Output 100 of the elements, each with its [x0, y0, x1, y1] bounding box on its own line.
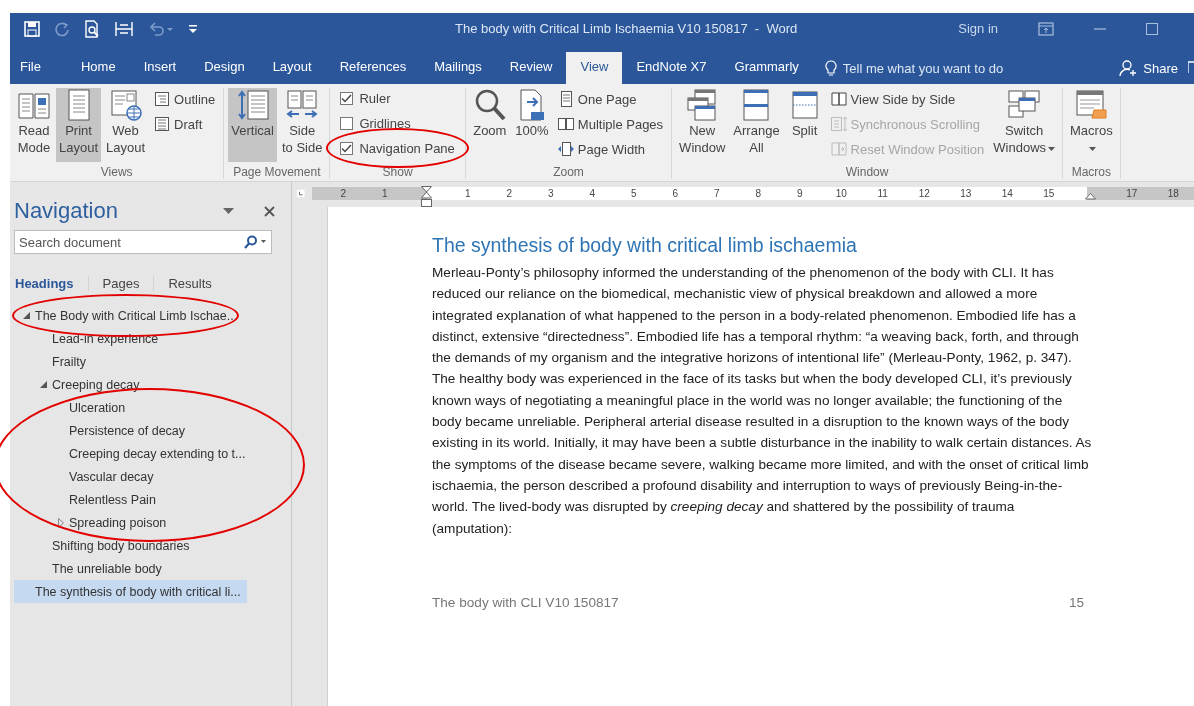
ruler-number: 15: [1043, 187, 1055, 199]
share-button[interactable]: Share: [1109, 52, 1188, 84]
expanded-arrow-icon[interactable]: [40, 381, 47, 388]
collapsed-arrow-icon[interactable]: [57, 517, 64, 528]
checkmark-icon: [341, 93, 353, 103]
two-pages-icon: [557, 116, 574, 132]
person-add-icon: [1119, 59, 1138, 77]
heading-item[interactable]: Vascular decay: [14, 465, 160, 488]
heading-item[interactable]: Creeping decay extending to t...: [14, 442, 252, 465]
heading-item[interactable]: Frailty: [14, 350, 93, 373]
print-preview-icon[interactable]: [84, 19, 100, 38]
ribbon-button[interactable]: Macros: [1067, 88, 1116, 162]
sign-in-link[interactable]: Sign in: [958, 21, 998, 36]
ribbon-tab[interactable]: EndNote X7: [622, 52, 721, 84]
indent-marker-icon[interactable]: [1084, 192, 1096, 200]
ribbon-button[interactable]: New Window: [676, 88, 729, 162]
ribbon-button[interactable]: Side to Side: [278, 88, 326, 162]
ruler-number: 6: [672, 187, 679, 199]
ribbon-button[interactable]: Print Layout: [56, 88, 102, 162]
vertical-scroll-icon: [235, 88, 270, 122]
ruler-number: 14: [1001, 187, 1013, 199]
ribbon-tab[interactable]: Design: [190, 52, 259, 84]
ruler-number: 7: [713, 187, 720, 199]
dropdown-caret-icon[interactable]: [223, 208, 234, 214]
ribbon-button[interactable]: Zoom: [469, 88, 510, 162]
heading-item[interactable]: Creeping decay: [14, 373, 146, 396]
window-title: The body with Critical Limb Ischaemia V10 150817 - Word: [454, 21, 799, 36]
ribbon-tab[interactable]: File: [10, 52, 67, 84]
ribbon-button[interactable]: Switch Windows: [990, 88, 1059, 162]
save-icon[interactable]: [24, 20, 40, 37]
ribbon-button[interactable]: Page Width: [557, 138, 664, 160]
ribbon-tab[interactable]: Mailings: [420, 52, 496, 84]
lightbulb-icon: [824, 59, 837, 77]
heading-item[interactable]: Shifting body boundaries: [14, 534, 196, 557]
checkbox[interactable]: [340, 141, 354, 155]
indent-marker-icon[interactable]: [420, 186, 432, 208]
ribbon-tab[interactable]: Review: [495, 52, 567, 84]
group-label: Zoom: [552, 165, 585, 179]
page-footer: The body with CLI V10 150817: [432, 594, 619, 610]
group-label: Window: [844, 165, 890, 179]
pane-title: Navigation: [14, 198, 119, 224]
ruler-number: 4: [589, 187, 596, 199]
ribbon-button[interactable]: One Page: [557, 88, 664, 110]
ribbon-button[interactable]: Split: [784, 88, 825, 162]
checkmark-icon: [341, 143, 353, 153]
heading-item[interactable]: The synthesis of body with critical li...: [14, 580, 247, 603]
ribbon-button[interactable]: View Side by Side: [830, 88, 985, 110]
ruler-number: 5: [630, 187, 637, 199]
reset-window-icon: [830, 141, 847, 157]
ruler-number: 17: [1126, 187, 1138, 199]
ribbon-tab[interactable]: References: [325, 52, 421, 84]
ribbon-button[interactable]: Arrange All: [730, 88, 783, 162]
ribbon-button[interactable]: 100%: [511, 88, 552, 162]
ruler-number: 11: [877, 187, 888, 199]
touch-mode-icon[interactable]: [114, 20, 134, 37]
heading-item[interactable]: Spreading poison: [14, 511, 173, 534]
heading-item[interactable]: Persistence of decay: [14, 419, 192, 442]
outline-icon: [154, 91, 171, 107]
heading-item[interactable]: The Body with Critical Limb Ischae...: [14, 304, 244, 327]
checkbox[interactable]: [340, 116, 354, 130]
checkbox-label[interactable]: Gridlines: [359, 115, 411, 131]
ruler-number: 12: [918, 187, 930, 199]
checkbox[interactable]: [340, 91, 354, 105]
checkbox-label[interactable]: Navigation Pane: [359, 140, 455, 156]
undo-icon[interactable]: [148, 20, 174, 37]
ribbon-button[interactable]: Read Mode: [14, 88, 54, 162]
ribbon-button[interactable]: Multiple Pages: [557, 113, 664, 135]
ribbon-tab[interactable]: Grammarly: [720, 52, 813, 84]
maximize-icon[interactable]: [1146, 22, 1158, 35]
ribbon-button[interactable]: Web Layout: [103, 88, 149, 162]
pane-tab[interactable]: Pages: [88, 275, 155, 291]
ribbon-tab[interactable]: Insert: [129, 52, 191, 84]
ribbon-display-options-icon[interactable]: [1038, 21, 1054, 36]
tell-me-search-field[interactable]: Tell me what you want to do: [842, 60, 1048, 76]
pane-tab[interactable]: Results: [154, 275, 226, 291]
ruler-number: 2: [340, 187, 347, 199]
side-by-side-icon: [830, 91, 847, 107]
ruler-number: 8: [755, 187, 762, 199]
ribbon-button[interactable]: Vertical: [228, 88, 277, 162]
ribbon-tab[interactable]: View: [566, 52, 623, 84]
pane-tab[interactable]: Headings: [14, 275, 89, 291]
ribbon-button[interactable]: Outline: [154, 88, 216, 110]
ribbon-tab[interactable]: Layout: [258, 52, 326, 84]
heading-item[interactable]: Relentless Pain: [14, 488, 162, 511]
expanded-arrow-icon[interactable]: [23, 312, 30, 319]
sync-scroll-icon: [830, 116, 847, 132]
checkbox-label[interactable]: Ruler: [359, 90, 391, 106]
ruler-number: 1: [464, 187, 471, 199]
heading-item[interactable]: Ulceration: [14, 396, 132, 419]
group-label: Macros: [1070, 165, 1112, 179]
body-paragraph: Merleau-Ponty’s philosophy informed the understanding of the phenomenon of the body with CLI. It has reduced our reliance on the biomedical, mechanistic view of physical breakdown and allowed a more integrated explanation of what happened to the person in a body-related phenomenon. Embodied life has a distinct, extensive “directedness”. Embodied life has a temporal rhythm: “a weaving back, forth, and through the demands of my organism and the integrative horizons of intentional life” (Merleau-Ponty, 1962, p. 347). The healthy body was experienced in the face of its tasks but when the body developed CLI, it’s previously known ways of negotiating a meaningful place in the world was no longer available; the functioning of the body became unreliable. Peripheral arterial disease resulted in a disruption to the known ways of the body existing in its world. Initially, it may have been a subtle disturbance in the inability to walk certain distances. As the symptoms of the disease became severe, walking became more limited, and with the onset of critical limb ischaemia, the person described a profound disability and interruption to ways of previously Being-in-the-world. The lived-body was disrupted by creeping decay and shattered by the possibility of trauma (amputation):: [432, 264, 1093, 538]
heading-item[interactable]: The unreliable body: [14, 557, 168, 580]
close-icon[interactable]: [264, 205, 275, 217]
customize-icon[interactable]: [188, 22, 198, 35]
search-icon[interactable]: [243, 235, 267, 249]
search-field[interactable]: Search document: [14, 230, 272, 254]
redo-icon[interactable]: [54, 20, 70, 37]
document-heading: The synthesis of body with critical limb ischaemia: [432, 234, 858, 257]
ribbon-tab[interactable]: Home: [66, 52, 130, 84]
ribbon-button[interactable]: Draft: [154, 113, 216, 135]
